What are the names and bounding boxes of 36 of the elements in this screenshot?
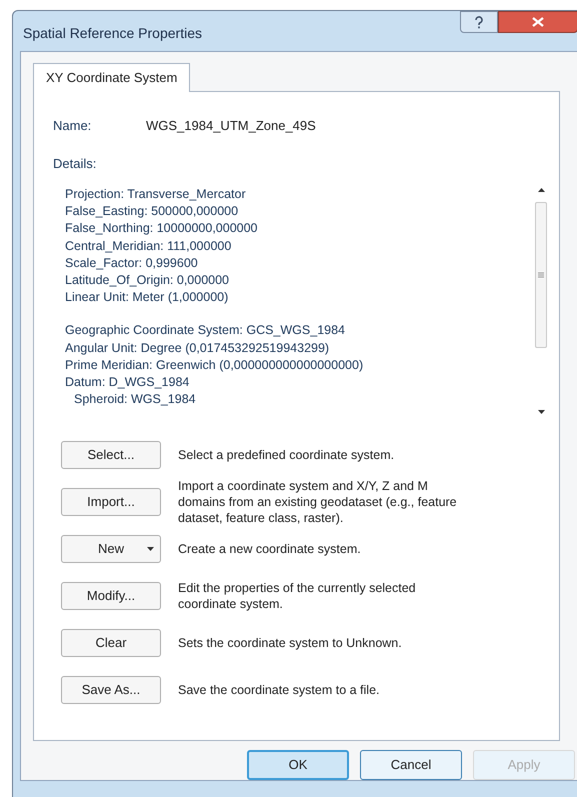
- details-line: Datum: D_WGS_1984: [65, 374, 190, 392]
- action-description: Create a new coordinate system.: [178, 540, 362, 556]
- close-button[interactable]: [498, 11, 577, 33]
- details-line: Linear Unit: Meter (1,000000): [65, 289, 230, 306]
- help-button[interactable]: [460, 11, 498, 33]
- details-line: Angular Unit: Degree (0,017453292519943299): [65, 340, 330, 357]
- action-button[interactable]: Import...: [61, 488, 161, 516]
- details-line: Prime Meridian: Greenwich (0,000000000000000000): [65, 356, 364, 374]
- details-line: False_Easting: 500000,000000: [65, 203, 240, 220]
- details-line: False_Northing: 10000000,000000: [65, 220, 259, 238]
- action-button[interactable]: Save As...: [61, 676, 161, 704]
- action-description: Sets the coordinate system to Unknown.: [178, 634, 403, 650]
- action-button[interactable]: Select...: [61, 440, 161, 468]
- details-line: Scale_Factor: 0,999600: [65, 254, 199, 272]
- dialog-button[interactable]: OK: [247, 750, 349, 780]
- details-label: Details:: [53, 154, 98, 172]
- details-line: Spheroid: WGS_1984: [73, 391, 197, 408]
- action-button[interactable]: Modify...: [61, 582, 161, 610]
- window-title: Spatial Reference Properties: [23, 24, 202, 43]
- tab[interactable]: XY Coordinate System: [33, 63, 190, 92]
- name-label: Name:: [53, 117, 92, 135]
- details-line: Geographic Coordinate System: GCS_WGS_1984: [65, 322, 346, 340]
- dialog-button[interactable]: Cancel: [360, 750, 462, 780]
- details-line: Projection: Transverse_Mercator: [65, 186, 247, 203]
- action-description: Save the coordinate system to a file.: [178, 682, 380, 698]
- new-dropdown-button[interactable]: New: [61, 534, 161, 562]
- action-description: Select a predefined coordinate system.: [178, 446, 396, 462]
- help-icon: [474, 16, 484, 28]
- details-line: Central_Meridian: 111,000000: [65, 238, 232, 255]
- details-line: Latitude_Of_Origin: 0,000000: [65, 272, 230, 290]
- caret-icon: [147, 546, 154, 550]
- name-value: WGS_1984_UTM_Zone_49S: [146, 117, 316, 135]
- close-icon: [532, 17, 544, 27]
- action-description: Import a coordinate system and X/Y, Z and M domains from an existing geodataset (e.g., feature dataset, feature class, raster).: [178, 478, 458, 526]
- action-button[interactable]: Clear: [61, 628, 161, 656]
- action-description: Edit the properties of the currently selected coordinate system.: [178, 580, 417, 612]
